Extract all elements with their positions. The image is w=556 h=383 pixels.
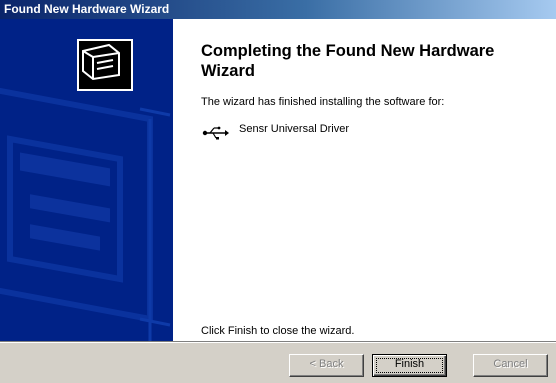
wizard-side-banner [0, 19, 173, 341]
finish-button[interactable]: Finish [372, 354, 447, 377]
closing-text: Click Finish to close the wizard. [201, 325, 355, 337]
device-name: Sensr Universal Driver [239, 123, 350, 135]
window-title: Found New Hardware Wizard [4, 2, 170, 16]
cancel-button-label: Cancel [493, 358, 528, 370]
page-heading: Completing the Found New Hardware Wizard [201, 42, 495, 80]
focus-rectangle [376, 358, 443, 373]
button-separator [0, 341, 556, 343]
back-button-label: < Back [309, 358, 344, 370]
back-button[interactable]: < Back [289, 354, 364, 377]
hardware-card-icon [82, 43, 120, 81]
intro-text: The wizard has finished installing the s… [201, 96, 445, 108]
usb-icon [202, 126, 229, 140]
wizard-logo-box [77, 39, 133, 91]
cancel-button[interactable]: Cancel [473, 354, 548, 377]
title-bar[interactable]: Found New Hardware Wizard [0, 0, 556, 19]
wizard-content: Completing the Found New Hardware Wizard… [173, 19, 556, 341]
